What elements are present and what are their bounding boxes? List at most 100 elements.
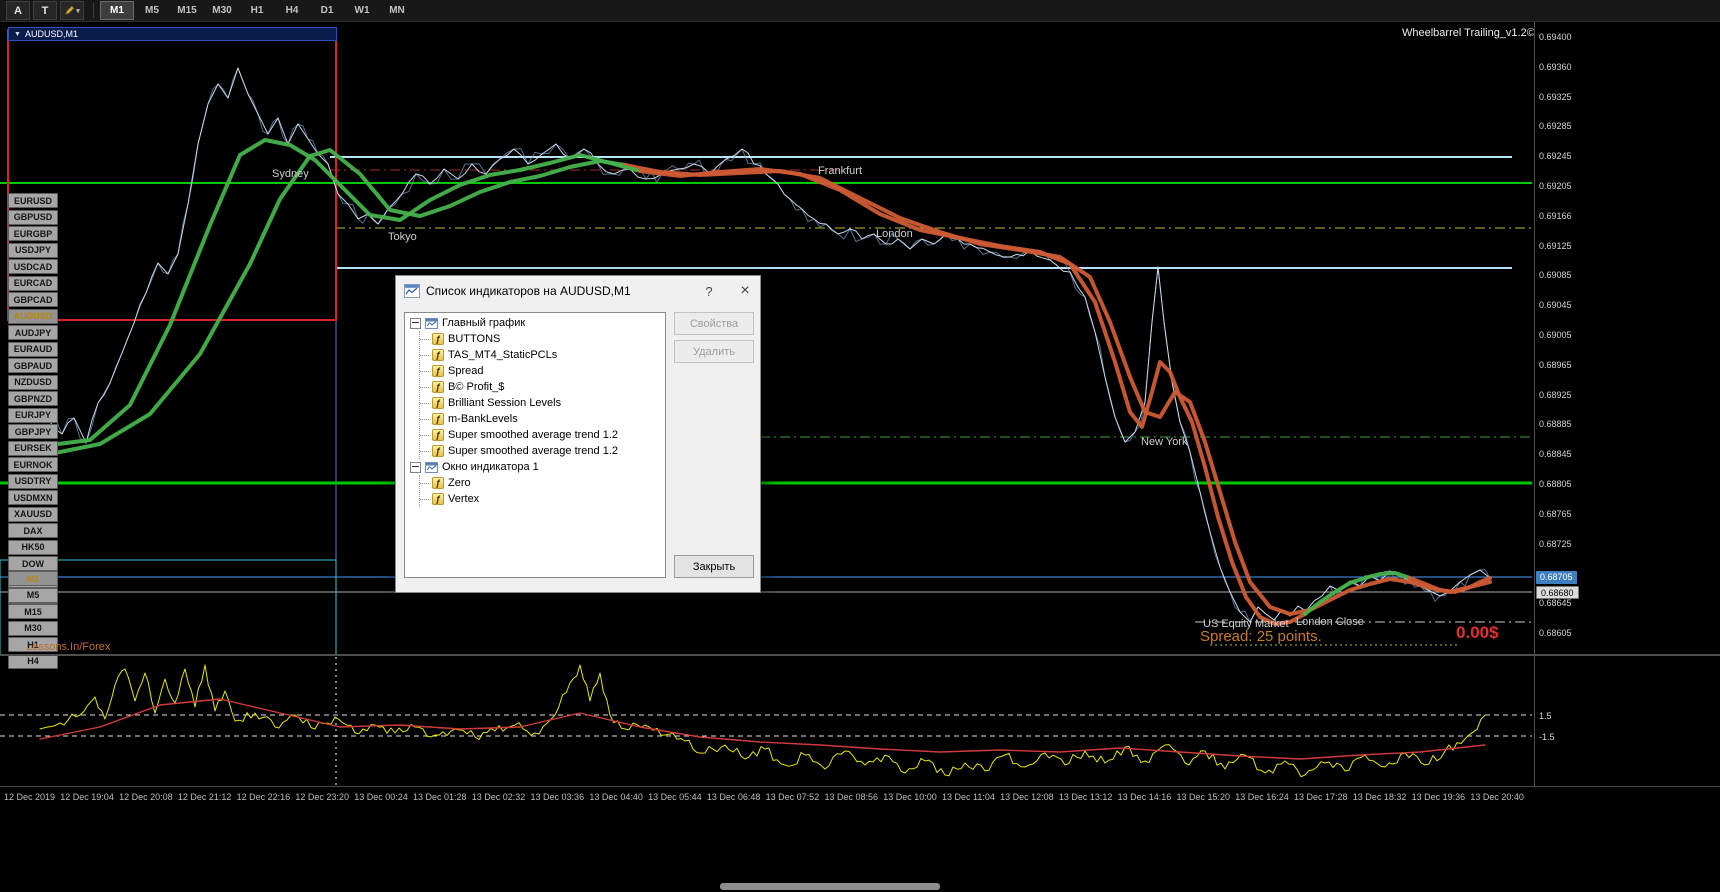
session-label-london-close: London Close [1296,616,1364,628]
symbol-button-gbpusd[interactable]: GBPUSD [8,209,58,225]
spread-annotation: Spread: 25 points. [1200,628,1322,645]
toolbar-tf-m15[interactable]: M15 [170,1,204,20]
toolbar-tf-d1[interactable]: D1 [310,1,344,20]
tree-connector [420,482,429,484]
indicator-icon: ƒ [432,349,444,361]
tf-button-m15[interactable]: M15 [8,604,58,619]
symbol-button-eurcad[interactable]: EURCAD [8,275,58,291]
symbol-button-euraud[interactable]: EURAUD [8,341,58,357]
close-button[interactable]: Закрыть [674,555,754,578]
tf-button-m5[interactable]: M5 [8,587,58,603]
time-label: 13 Dec 14:16 [1117,792,1172,802]
toolbar-tf-mn[interactable]: MN [380,1,414,20]
dialog-titlebar[interactable]: Список индикаторов на AUDUSD,M1 ? × [396,276,760,306]
price-axis[interactable]: 0.69400 0.69360 0.69325 0.69285 0.69245 0.692… [1534,22,1720,786]
tree-item[interactable]: ƒ B© Profit_$ [420,379,665,395]
session-label-frankfurt: Frankfurt [818,165,863,177]
time-label: 12 Dec 20:08 [119,792,173,802]
toolbar-tf-h1[interactable]: H1 [240,1,274,20]
symbol-button-xauusd[interactable]: XAUUSD [8,506,58,522]
symbol-button-usdjpy[interactable]: USDJPY [8,242,58,258]
price-label: 0.68925 [1539,389,1572,400]
tree-item-label: m-BankLevels [448,413,518,425]
bid-price-badge: 0.68705 [1536,571,1577,584]
symbol-button-eurjpy[interactable]: EURJPY [8,407,58,423]
price-label: 0.68805 [1539,479,1572,489]
symbol-button-dow[interactable]: DOW [8,556,58,571]
symbol-button-eurusd[interactable]: EURUSD [8,193,58,208]
toolbar-tf-m30[interactable]: M30 [205,1,239,20]
tree-item-label: Super smoothed average trend 1.2 [448,429,619,441]
session-label-new-york: New York [1141,436,1188,448]
tree-item[interactable]: ƒ Brilliant Session Levels [420,395,665,411]
symbol-button-gbpjpy[interactable]: GBPJPY [8,424,58,439]
symbol-button-audjpy[interactable]: AUDJPY [8,325,58,340]
indicator-icon: ƒ [432,381,444,393]
symbol-button-gbpaud[interactable]: GBPAUD [8,358,58,373]
tree-item[interactable]: ƒ m-BankLevels [420,411,665,427]
time-label: 13 Dec 00:24 [354,792,408,802]
dialog-help-button[interactable]: ? [694,276,724,306]
symbol-button-hk50[interactable]: HK50 [8,539,58,555]
toolbar-tf-h4[interactable]: H4 [275,1,309,20]
toolbar-separator [93,3,94,18]
time-label: 13 Dec 04:40 [589,792,643,802]
chevron-down-icon: ▾ [76,7,80,15]
pencil-icon [64,5,75,16]
symbol-button-eurnok[interactable]: EURNOK [8,457,58,472]
tree-item[interactable]: ƒ BUTTONS [420,331,665,347]
window-splitter[interactable] [0,654,1720,656]
indicator-subwindow[interactable] [0,657,1534,786]
taskbar-sliver[interactable] [720,883,940,890]
tree-item[interactable]: ƒ Super smoothed average trend 1.2 [420,443,665,459]
tree-item-label: Vertex [448,493,480,505]
symbol-button-eurgbp[interactable]: EURGBP [8,226,58,241]
symbol-button-gbpcad[interactable]: GBPCAD [8,292,58,307]
delete-button[interactable]: Удалить [674,340,754,363]
symbol-button-audusd[interactable]: AUDUSD [8,308,58,324]
main-chart[interactable] [0,22,1534,654]
price-label: 0.69005 [1539,330,1572,340]
properties-button[interactable]: Свойства [674,312,754,335]
price-label: 0.69285 [1539,121,1572,132]
time-label: 13 Dec 11:04 [942,792,995,802]
chart-title: AUDUSD,M1 [24,29,78,39]
symbol-button-usdcad[interactable]: USDCAD [8,259,58,274]
toolbar-button-t[interactable]: T [33,1,57,20]
time-label: 13 Dec 08:56 [824,792,878,802]
tree-item[interactable]: ƒ TAS_MT4_StaticPCLs [420,347,665,363]
chart-title-caret-icon: ▼ [14,30,21,38]
tree-item[interactable]: ƒ Spread [420,363,665,379]
symbol-button-usdmxn[interactable]: USDMXN [8,490,58,505]
tree-item[interactable]: ƒ Super smoothed average trend 1.2 [420,427,665,443]
dialog-close-icon[interactable]: × [730,276,760,306]
time-label: 13 Dec 20:40 [1470,792,1524,802]
mt4-terminal: A T ▾ M1 M5 M15 M30 H1 H4 D1 W1 MN ▼ AUDUSD,M1 W… [0,0,1720,892]
indicator-level-label: 1.5 [1539,711,1552,721]
tree-root-1[interactable]: Окно индикатора 1 [405,459,665,475]
tree-item[interactable]: ƒ Vertex [420,491,665,507]
tf-button-m1[interactable]: M1 [8,571,58,586]
toolbar-timeframes: M1 M5 M15 M30 H1 H4 D1 W1 MN [100,1,415,20]
indicator-tree[interactable]: Главный график ƒ BUTTONS ƒ TAS_MT4_StaticPCL… [404,312,666,578]
toolbar-tf-m5[interactable]: M5 [135,1,169,20]
symbol-button-eursek[interactable]: EURSEK [8,440,58,456]
toolbar-tf-w1[interactable]: W1 [345,1,379,20]
pencil-dropdown-button[interactable]: ▾ [60,1,84,20]
chart-title-bar[interactable]: ▼ AUDUSD,M1 [8,27,337,41]
symbol-button-nzdusd[interactable]: NZDUSD [8,374,58,390]
symbol-button-usdtry[interactable]: USDTRY [8,473,58,489]
indicator-icon: ƒ [432,365,444,377]
toolbar-tf-m1[interactable]: M1 [100,1,134,20]
toolbar-button-a[interactable]: A [6,1,30,20]
time-axis[interactable]: 12 Dec 2019 12 Dec 19:04 12 Dec 20:08 12 De… [0,786,1720,812]
symbol-button-gbpnzd[interactable]: GBPNZD [8,391,58,406]
collapse-icon[interactable] [410,317,421,329]
tree-root-0[interactable]: Главный график [405,315,665,331]
tf-button-m30[interactable]: M30 [8,620,58,636]
tree-item[interactable]: ƒ Zero [420,475,665,491]
symbol-button-dax[interactable]: DAX [8,523,58,538]
tree-connector [420,498,429,500]
tree-connector [420,434,429,436]
collapse-icon[interactable] [410,461,421,473]
